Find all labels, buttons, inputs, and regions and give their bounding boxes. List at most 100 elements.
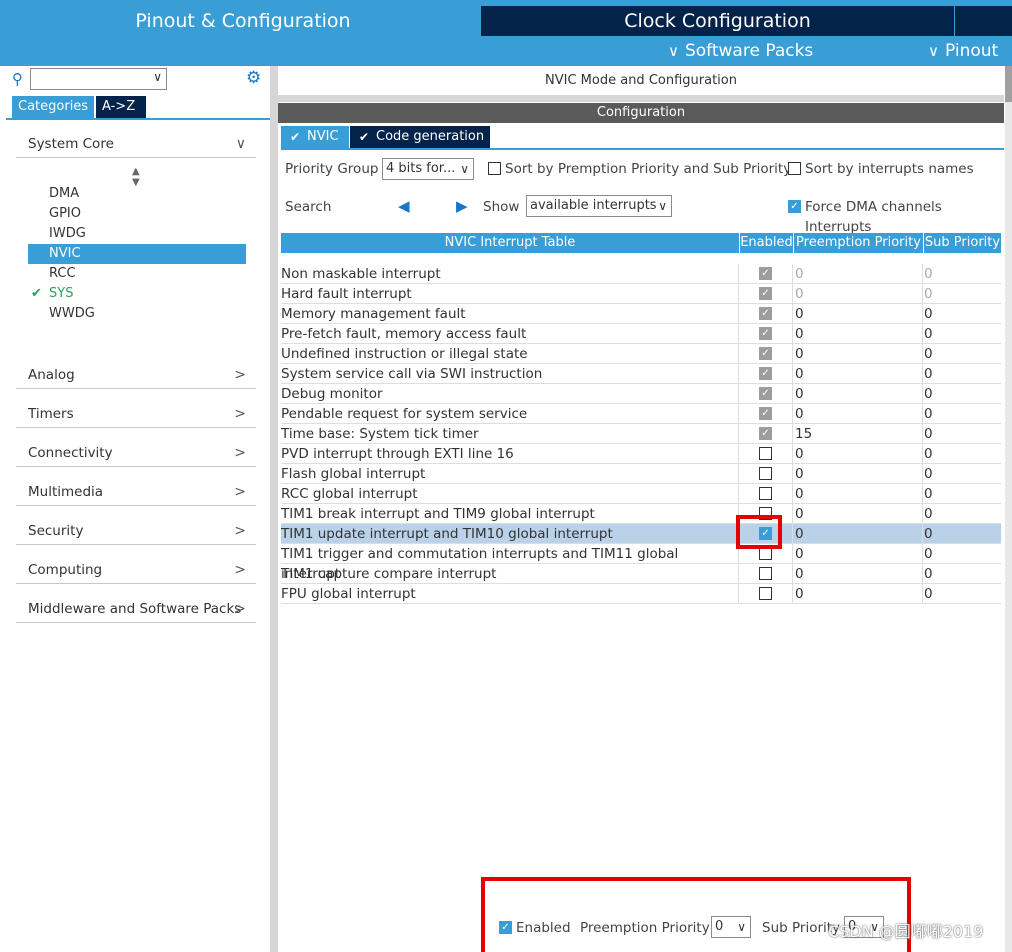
preemption-priority-cell[interactable]: 0 — [793, 564, 923, 584]
table-row[interactable]: TIM1 break interrupt and TIM9 global int… — [281, 504, 1001, 524]
chevron-down-icon: ∨ — [460, 162, 469, 176]
tab-clock-configuration[interactable]: Clock Configuration — [481, 6, 954, 36]
sidebar-item-iwdg[interactable]: IWDG — [28, 224, 246, 244]
table-row[interactable]: FPU global interrupt 0 0 — [281, 584, 1001, 604]
table-row[interactable]: TIM1 trigger and commutation interrupts … — [281, 544, 1001, 582]
sub-priority-cell[interactable]: 0 — [923, 524, 1001, 544]
enabled-checkbox[interactable] — [759, 567, 772, 580]
table-row[interactable]: PVD interrupt through EXTI line 16 0 0 — [281, 444, 1001, 464]
table-row[interactable]: Non maskable interrupt ✓ 0 0 — [281, 264, 1001, 284]
table-row[interactable]: Pendable request for system service ✓ 0 … — [281, 404, 1001, 424]
sub-priority-cell[interactable]: 0 — [923, 484, 1001, 504]
section-timers[interactable]: Timers > — [16, 402, 256, 428]
tab-code-generation[interactable]: ✔ Code generation — [350, 126, 490, 148]
table-row[interactable]: Pre-fetch fault, memory access fault ✓ 0… — [281, 324, 1001, 344]
gear-icon[interactable]: ⚙ — [246, 68, 261, 88]
table-row[interactable]: RCC global interrupt 0 0 — [281, 484, 1001, 504]
chevron-right-icon: > — [234, 523, 246, 539]
menu-software-packs[interactable]: ∨ Software Packs — [668, 38, 813, 64]
divider — [281, 148, 1004, 150]
search-previous-icon[interactable]: ◀ — [398, 197, 410, 215]
sub-priority-cell[interactable]: 0 — [923, 404, 1001, 424]
column-header-enabled[interactable]: Enabled — [740, 233, 793, 253]
tab-nvic[interactable]: ✔ NVIC — [281, 126, 349, 148]
preemption-priority-cell[interactable]: 0 — [793, 504, 923, 524]
interrupt-name: Non maskable interrupt — [281, 264, 739, 284]
column-header-name[interactable]: NVIC Interrupt Table — [281, 233, 739, 253]
priority-group-select[interactable]: 4 bits for... ∨ — [382, 158, 474, 180]
column-header-preemption[interactable]: Preemption Priority — [794, 233, 923, 253]
sub-priority-cell[interactable]: 0 — [923, 384, 1001, 404]
table-row[interactable]: Memory management fault ✓ 0 0 — [281, 304, 1001, 324]
section-computing[interactable]: Computing > — [16, 558, 256, 584]
table-row[interactable]: Flash global interrupt 0 0 — [281, 464, 1001, 484]
search-input[interactable]: ∨ — [30, 68, 167, 90]
column-header-sub-priority[interactable]: Sub Priority — [924, 233, 1001, 253]
preemption-priority-cell[interactable]: 0 — [793, 304, 923, 324]
preemption-priority-cell[interactable]: 0 — [793, 324, 923, 344]
configuration-header: Configuration — [278, 103, 1004, 123]
preemption-priority-cell[interactable]: 0 — [793, 364, 923, 384]
preemption-priority-cell[interactable]: 0 — [793, 444, 923, 464]
table-row[interactable]: Undefined instruction or illegal state ✓… — [281, 344, 1001, 364]
preemption-priority-cell[interactable]: 0 — [793, 384, 923, 404]
sort-names-checkbox[interactable] — [788, 162, 801, 175]
preemption-priority-cell[interactable]: 0 — [793, 544, 923, 564]
enabled-checkbox: ✓ — [759, 267, 772, 280]
enabled-checkbox[interactable] — [759, 587, 772, 600]
force-dma-checkbox[interactable]: ✓ — [788, 200, 801, 213]
sub-priority-cell[interactable]: 0 — [923, 344, 1001, 364]
menu-pinout[interactable]: ∨ Pinout — [928, 38, 998, 64]
preemption-priority-cell[interactable]: 0 — [793, 484, 923, 504]
sub-priority-cell[interactable]: 0 — [923, 324, 1001, 344]
sidebar-item-wwdg[interactable]: WWDG — [28, 304, 246, 324]
enabled-checkbox[interactable] — [759, 447, 772, 460]
enabled-checkbox[interactable] — [759, 467, 772, 480]
tab-extra[interactable] — [955, 6, 1012, 36]
table-row[interactable]: TIM1 capture compare interrupt 0 0 — [281, 564, 1001, 584]
sub-priority-cell[interactable]: 0 — [923, 424, 1001, 444]
sidebar-item-dma[interactable]: DMA — [28, 184, 246, 204]
sidebar-item-sys[interactable]: ✔ SYS — [28, 284, 246, 304]
section-multimedia[interactable]: Multimedia > — [16, 480, 256, 506]
sidebar-item-gpio[interactable]: GPIO — [28, 204, 246, 224]
sub-priority-cell[interactable]: 0 — [923, 564, 1001, 584]
table-row-selected[interactable]: TIM1 update interrupt and TIM10 global i… — [281, 524, 1001, 544]
table-row[interactable]: System service call via SWI instruction … — [281, 364, 1001, 384]
scrollbar-thumb[interactable] — [1005, 66, 1012, 102]
sub-priority-cell[interactable]: 0 — [923, 444, 1001, 464]
preemption-priority-cell[interactable]: 15 — [793, 424, 923, 444]
sidebar-item-rcc[interactable]: RCC — [28, 264, 246, 284]
sort-premption-checkbox[interactable] — [488, 162, 501, 175]
sub-priority-cell[interactable]: 0 — [923, 304, 1001, 324]
chevron-right-icon: > — [234, 562, 246, 578]
sort-premption-label: Sort by Premption Priority and Sub Prior… — [505, 161, 792, 177]
preemption-priority-cell[interactable]: 0 — [793, 524, 923, 544]
table-row[interactable]: Debug monitor ✓ 0 0 — [281, 384, 1001, 404]
panel-splitter[interactable] — [270, 66, 278, 952]
section-middleware[interactable]: Middleware and Software Packs > — [16, 597, 256, 623]
sub-priority-cell[interactable]: 0 — [923, 364, 1001, 384]
preemption-priority-cell[interactable]: 0 — [793, 404, 923, 424]
tab-pinout-configuration[interactable]: Pinout & Configuration — [6, 6, 480, 36]
sidebar-item-nvic[interactable]: NVIC — [28, 244, 246, 264]
chevron-down-icon: ∨ — [658, 199, 667, 213]
preemption-priority-cell[interactable]: 0 — [793, 464, 923, 484]
sub-priority-cell[interactable]: 0 — [923, 544, 1001, 564]
show-select[interactable]: available interrupts ∨ — [526, 195, 672, 217]
section-connectivity[interactable]: Connectivity > — [16, 441, 256, 467]
section-analog[interactable]: Analog > — [16, 363, 256, 389]
tab-a-to-z[interactable]: A->Z — [96, 96, 146, 118]
preemption-priority-cell[interactable]: 0 — [793, 344, 923, 364]
sub-priority-cell[interactable]: 0 — [923, 584, 1001, 604]
tab-categories[interactable]: Categories — [12, 96, 94, 118]
table-row[interactable]: Hard fault interrupt ✓ 0 0 — [281, 284, 1001, 304]
enabled-checkbox[interactable] — [759, 487, 772, 500]
section-system-core[interactable]: System Core ∨ — [16, 132, 256, 158]
search-next-icon[interactable]: ▶ — [456, 197, 468, 215]
sub-priority-cell[interactable]: 0 — [923, 464, 1001, 484]
section-security[interactable]: Security > — [16, 519, 256, 545]
table-row[interactable]: Time base: System tick timer ✓ 15 0 — [281, 424, 1001, 444]
sub-priority-cell[interactable]: 0 — [923, 504, 1001, 524]
preemption-priority-cell[interactable]: 0 — [793, 584, 923, 604]
